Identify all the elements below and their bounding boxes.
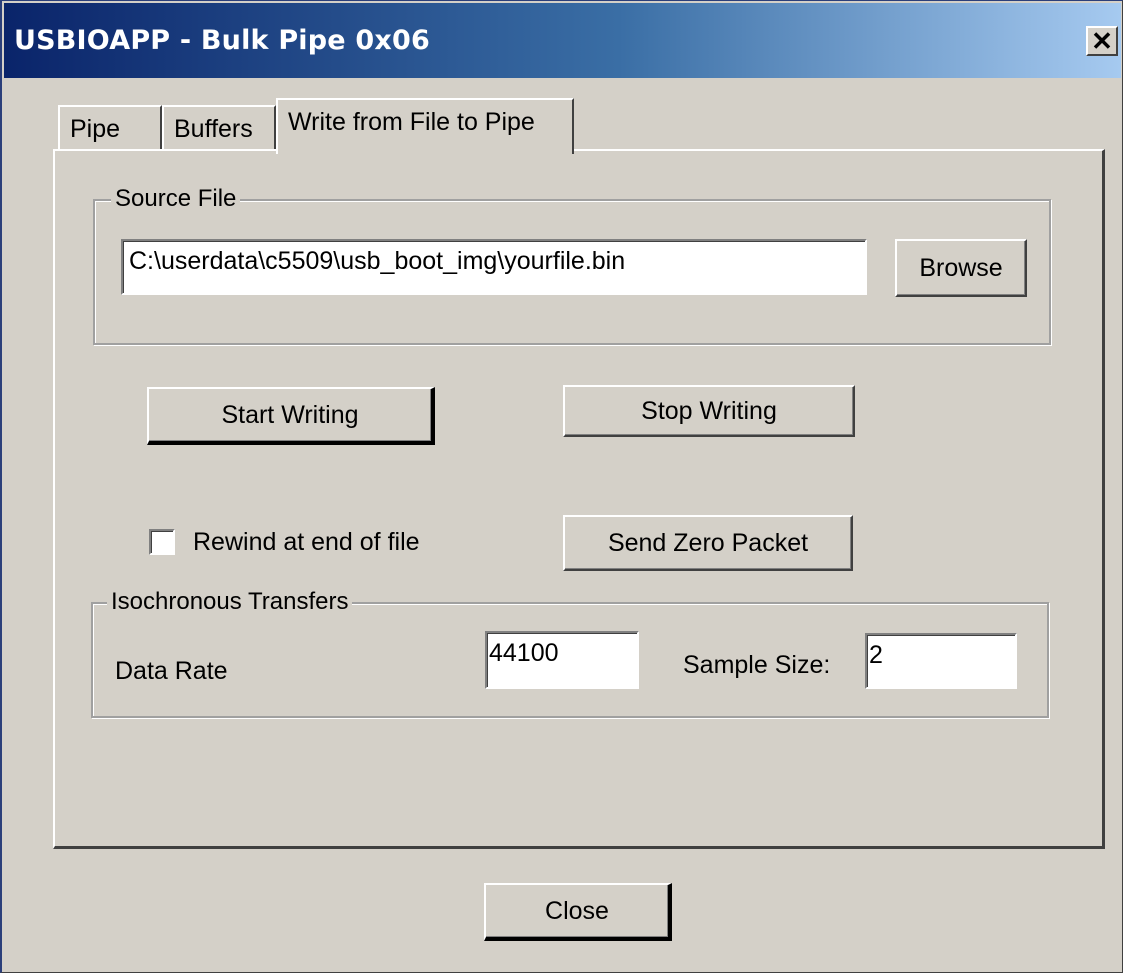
stop-writing-button[interactable]: Stop Writing [563, 385, 855, 437]
title-close-button[interactable]: ✕ [1086, 26, 1118, 56]
close-button-label: Close [545, 896, 609, 925]
window-title: USBIOAPP - Bulk Pipe 0x06 [14, 25, 430, 56]
rewind-checkbox-label[interactable]: Rewind at end of file [193, 528, 420, 557]
send-zero-packet-label: Send Zero Packet [607, 528, 809, 557]
data-rate-value: 44100 [489, 639, 559, 667]
source-file-group-label: Source File [111, 185, 241, 213]
send-zero-packet-button[interactable]: Send Zero Packet [563, 515, 853, 571]
sample-size-value: 2 [869, 641, 883, 669]
source-file-path-input[interactable]: C:\userdata\c5509\usb_boot_img\yourfile.… [121, 239, 867, 295]
start-writing-label: Start Writing [221, 400, 359, 429]
tab-pipe-label: Pipe [70, 115, 121, 143]
tab-write-label: Write from File to Pipe [288, 108, 535, 136]
tab-panel-write-from-file: Source File C:\userdata\c5509\usb_boot_i… [53, 149, 1105, 849]
browse-button-label: Browse [919, 253, 1003, 282]
sample-size-label: Sample Size: [683, 651, 831, 679]
source-file-path-value: C:\userdata\c5509\usb_boot_img\yourfile.… [129, 247, 626, 275]
tab-pipe[interactable]: Pipe [58, 105, 162, 155]
isochronous-group-label: Isochronous Transfers [107, 588, 353, 616]
tab-write-from-file-to-pipe[interactable]: Write from File to Pipe [276, 98, 574, 154]
browse-button[interactable]: Browse [895, 239, 1027, 297]
sample-size-input[interactable]: 2 [865, 633, 1017, 689]
data-rate-label: Data Rate [115, 657, 228, 685]
rewind-checkbox[interactable] [149, 529, 175, 555]
tab-buffers-label: Buffers [174, 115, 253, 143]
data-rate-input[interactable]: 44100 [485, 631, 639, 689]
title-bar[interactable]: USBIOAPP - Bulk Pipe 0x06 ✕ [4, 3, 1121, 78]
close-icon: ✕ [1091, 26, 1113, 56]
close-button[interactable]: Close [484, 883, 672, 941]
tab-buffers[interactable]: Buffers [162, 105, 276, 155]
stop-writing-label: Stop Writing [641, 396, 777, 425]
start-writing-button[interactable]: Start Writing [147, 387, 435, 445]
dialog-window: USBIOAPP - Bulk Pipe 0x06 ✕ Pipe Buffers… [0, 0, 1123, 973]
